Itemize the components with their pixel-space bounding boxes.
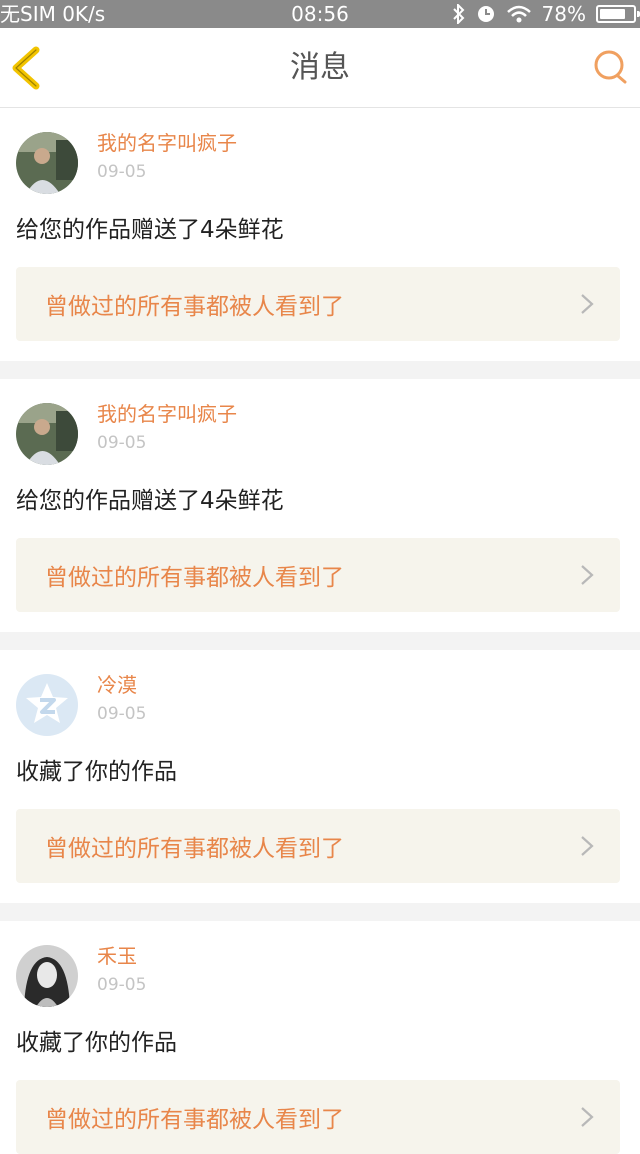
user-meta: 我的名字叫疯子 09-05 [97, 399, 237, 457]
message-card[interactable]: 我的名字叫疯子 09-05 给您的作品赠送了4朵鲜花 曾做过的所有事都被人看到了 [0, 108, 640, 361]
chevron-right-icon [581, 1107, 594, 1127]
work-link[interactable]: 曾做过的所有事都被人看到了 [16, 267, 620, 341]
avatar[interactable] [16, 945, 78, 1007]
message-date: 09-05 [97, 162, 147, 182]
user-meta: 禾玉 09-05 [97, 941, 146, 999]
work-link[interactable]: 曾做过的所有事都被人看到了 [16, 809, 620, 883]
message-text: 收藏了你的作品 [16, 1030, 177, 1056]
message-card[interactable]: 禾玉 09-05 收藏了你的作品 曾做过的所有事都被人看到了 [0, 921, 640, 1154]
user-name[interactable]: 冷漠 [97, 670, 146, 700]
chevron-right-icon [581, 294, 594, 314]
user-meta: 冷漠 09-05 [97, 670, 146, 728]
default-avatar-icon [16, 674, 78, 736]
wifi-icon [506, 5, 531, 23]
battery-icon [596, 5, 640, 23]
work-title: 曾做过的所有事都被人看到了 [45, 294, 344, 320]
message-header: 我的名字叫疯子 09-05 [16, 402, 620, 467]
user-name[interactable]: 我的名字叫疯子 [97, 399, 237, 429]
message-card[interactable]: 我的名字叫疯子 09-05 给您的作品赠送了4朵鲜花 曾做过的所有事都被人看到了 [0, 379, 640, 632]
message-header: 我的名字叫疯子 09-05 [16, 131, 620, 196]
search-icon[interactable] [592, 48, 630, 86]
message-list: 我的名字叫疯子 09-05 给您的作品赠送了4朵鲜花 曾做过的所有事都被人看到了… [0, 108, 640, 1154]
avatar[interactable] [16, 403, 78, 465]
work-link[interactable]: 曾做过的所有事都被人看到了 [16, 538, 620, 612]
chevron-right-icon [581, 836, 594, 856]
status-icons: 78% [452, 0, 640, 28]
work-title: 曾做过的所有事都被人看到了 [45, 565, 344, 591]
message-date: 09-05 [97, 704, 147, 724]
message-text: 给您的作品赠送了4朵鲜花 [16, 217, 284, 243]
alarm-icon [477, 6, 494, 22]
user-name[interactable]: 我的名字叫疯子 [97, 128, 237, 158]
nav-bar: 消息 [0, 28, 640, 108]
status-bar: 无SIM 0K/s 08:56 78% [0, 0, 640, 28]
user-meta: 我的名字叫疯子 09-05 [97, 128, 237, 186]
bluetooth-icon [452, 4, 464, 24]
page-title: 消息 [290, 50, 350, 85]
battery-percent: 78% [541, 2, 586, 26]
message-card[interactable]: 冷漠 09-05 收藏了你的作品 曾做过的所有事都被人看到了 [0, 650, 640, 903]
work-title: 曾做过的所有事都被人看到了 [45, 836, 344, 862]
user-name[interactable]: 禾玉 [97, 941, 146, 971]
message-text: 收藏了你的作品 [16, 759, 177, 785]
avatar[interactable] [16, 674, 78, 736]
chevron-right-icon [581, 565, 594, 585]
message-header: 禾玉 09-05 [16, 944, 620, 1009]
message-text: 给您的作品赠送了4朵鲜花 [16, 488, 284, 514]
avatar[interactable] [16, 132, 78, 194]
message-header: 冷漠 09-05 [16, 673, 620, 738]
message-date: 09-05 [97, 975, 147, 995]
message-date: 09-05 [97, 433, 147, 453]
battery-fill [600, 9, 625, 19]
work-title: 曾做过的所有事都被人看到了 [45, 1107, 344, 1133]
work-link[interactable]: 曾做过的所有事都被人看到了 [16, 1080, 620, 1154]
